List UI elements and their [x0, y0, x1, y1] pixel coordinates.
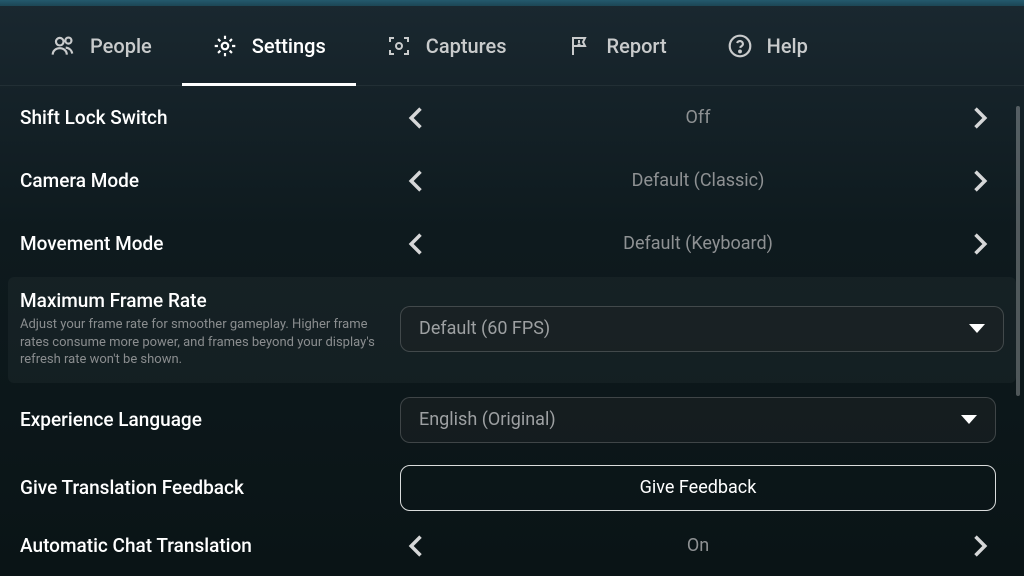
setting-row-experience-language: Experience Language English (Original): [0, 385, 1024, 455]
tab-label: Captures: [426, 34, 507, 58]
setting-label: Give Translation Feedback: [20, 476, 400, 499]
auto-chat-translation-stepper: On: [400, 529, 996, 563]
tab-label: People: [90, 34, 152, 58]
tab-settings[interactable]: Settings: [182, 6, 356, 85]
setting-value: On: [434, 535, 962, 556]
tab-report[interactable]: Report: [537, 6, 697, 85]
tab-bar: People Settings Captures Report Help: [0, 6, 1024, 86]
chevron-right-icon[interactable]: [962, 164, 996, 198]
setting-value: Default (Keyboard): [434, 233, 962, 254]
button-label: Give Feedback: [640, 477, 757, 498]
max-frame-rate-dropdown[interactable]: Default (60 FPS): [400, 306, 1004, 352]
shift-lock-stepper: Off: [400, 101, 996, 135]
chevron-right-icon[interactable]: [962, 101, 996, 135]
setting-value: Off: [434, 107, 962, 128]
setting-label: Shift Lock Switch: [20, 106, 400, 129]
tab-label: Report: [607, 34, 667, 58]
tab-captures[interactable]: Captures: [356, 6, 537, 85]
experience-language-dropdown[interactable]: English (Original): [400, 397, 996, 443]
setting-row-shift-lock: Shift Lock Switch Off: [0, 86, 1024, 149]
tab-people[interactable]: People: [20, 6, 182, 85]
dropdown-value: English (Original): [419, 409, 556, 430]
dropdown-value: Default (60 FPS): [419, 318, 550, 339]
give-feedback-button[interactable]: Give Feedback: [400, 465, 996, 511]
setting-row-auto-chat-translation: Automatic Chat Translation On: [0, 521, 1024, 571]
setting-label: Experience Language: [20, 408, 400, 431]
setting-row-movement-mode: Movement Mode Default (Keyboard): [0, 212, 1024, 275]
chevron-left-icon[interactable]: [400, 227, 434, 261]
scrollbar-thumb[interactable]: [1016, 106, 1020, 396]
camera-mode-stepper: Default (Classic): [400, 164, 996, 198]
chevron-left-icon[interactable]: [400, 529, 434, 563]
chevron-down-icon: [969, 324, 985, 333]
setting-row-max-frame-rate: Maximum Frame Rate Adjust your frame rat…: [8, 277, 1016, 383]
capture-icon: [386, 33, 412, 59]
tab-label: Help: [767, 34, 808, 58]
setting-value: Default (Classic): [434, 170, 962, 191]
chevron-right-icon[interactable]: [962, 227, 996, 261]
tab-help[interactable]: Help: [697, 6, 838, 85]
setting-label: Maximum Frame Rate: [20, 289, 400, 312]
chevron-left-icon[interactable]: [400, 164, 434, 198]
tab-label: Settings: [252, 34, 326, 58]
gear-icon: [212, 33, 238, 59]
flag-icon: [567, 33, 593, 59]
setting-row-translation-feedback: Give Translation Feedback Give Feedback: [0, 455, 1024, 521]
chevron-left-icon[interactable]: [400, 101, 434, 135]
movement-mode-stepper: Default (Keyboard): [400, 227, 996, 261]
setting-label: Camera Mode: [20, 169, 400, 192]
setting-label: Movement Mode: [20, 232, 400, 255]
people-icon: [50, 33, 76, 59]
chevron-right-icon[interactable]: [962, 529, 996, 563]
setting-label: Automatic Chat Translation: [20, 534, 400, 557]
help-icon: [727, 33, 753, 59]
setting-description: Adjust your frame rate for smoother game…: [20, 316, 380, 369]
chevron-down-icon: [961, 415, 977, 424]
settings-panel: Shift Lock Switch Off Camera Mode: [0, 86, 1024, 576]
setting-row-camera-mode: Camera Mode Default (Classic): [0, 149, 1024, 212]
